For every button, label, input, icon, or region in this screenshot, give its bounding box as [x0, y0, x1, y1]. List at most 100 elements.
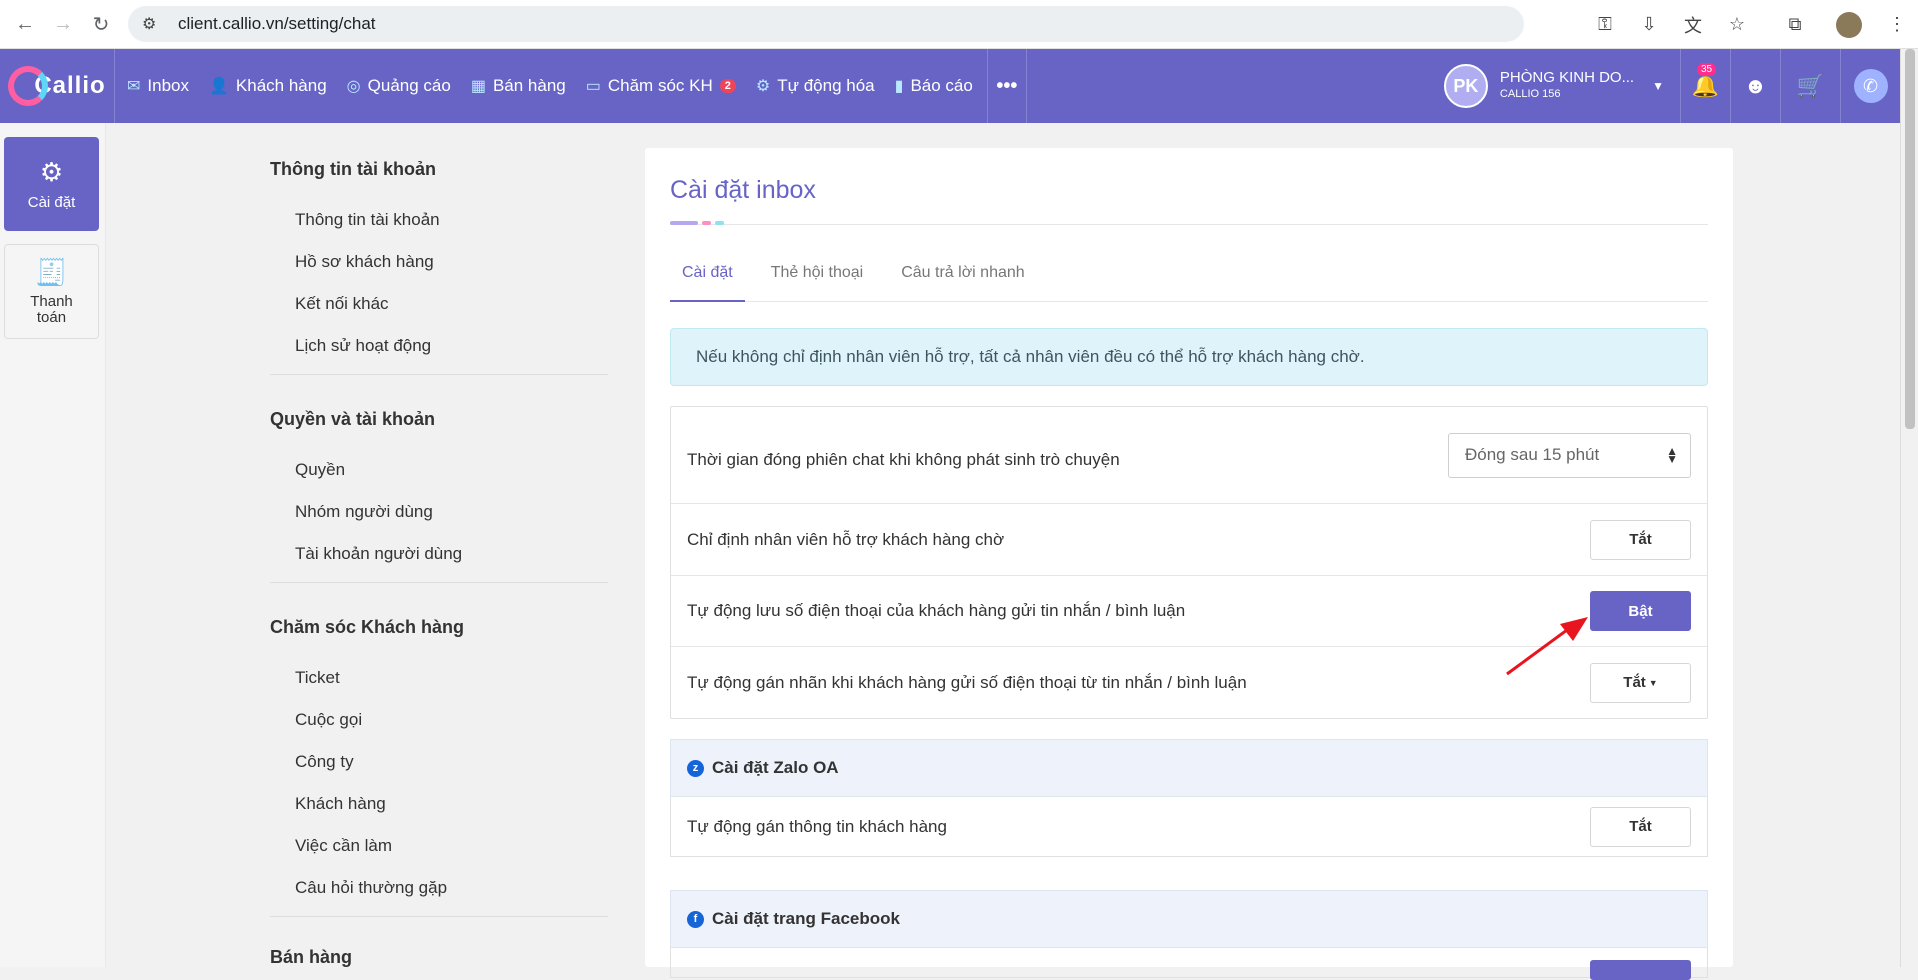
rail-settings[interactable]: ⚙ Cài đặt — [4, 137, 99, 231]
section-sales: Bán hàng — [270, 947, 353, 967]
sort-arrows-icon: ▲ ▼ — [1666, 444, 1678, 466]
install-app-icon[interactable]: ⇩ — [1632, 8, 1666, 42]
auto-save-phone-toggle[interactable]: Bật — [1590, 591, 1691, 631]
care-badge: 2 — [719, 79, 736, 93]
menu-label: Quảng cáo — [367, 76, 451, 95]
nav-companies[interactable]: Công ty — [295, 752, 610, 771]
divider — [270, 582, 608, 583]
notification-bell-icon[interactable]: 🔔 35 — [1680, 49, 1730, 123]
nav-customer-profile[interactable]: Hồ sơ khách hàng — [295, 252, 610, 271]
setting-row: Tự động gán thông tin khách hàng Tắt — [670, 797, 1708, 857]
divider — [270, 374, 608, 375]
browser-menu-icon[interactable]: ⋮ — [1880, 8, 1914, 42]
more-menu-button[interactable]: ••• — [986, 49, 1027, 123]
facebook-toggle-partial[interactable] — [1590, 960, 1691, 980]
info-alert: Nếu không chỉ định nhân viên hỗ trợ, tất… — [670, 328, 1708, 386]
menu-label: Inbox — [147, 76, 189, 95]
translate-icon[interactable]: 文 — [1676, 8, 1710, 42]
settings-sidebar: Thông tin tài khoản Thông tin tài khoản … — [270, 123, 610, 968]
menu-item-customer-care[interactable]: ▭ Chăm sóc KH 2 — [586, 76, 736, 96]
menu-item-reports[interactable]: ▮ Báo cáo — [895, 76, 973, 96]
menu-label: Chăm sóc KH — [607, 76, 713, 95]
menu-item-sales[interactable]: ▦ Bán hàng — [471, 76, 566, 96]
menu-label: Khách hàng — [235, 76, 327, 95]
nav-permissions[interactable]: Quyền — [295, 460, 610, 479]
notification-badge: 35 — [1697, 63, 1717, 76]
nav-ticket[interactable]: Ticket — [295, 668, 610, 687]
zalo-heading: Cài đặt Zalo OA — [712, 758, 839, 777]
tab-quick-replies[interactable]: Câu trả lời nhanh — [889, 258, 1036, 302]
browser-toolbar: ← → ↻ ⚙ client.callio.vn/setting/chat ⚿ … — [0, 0, 1918, 49]
setting-label: Tự động gán thông tin khách hàng — [687, 816, 947, 836]
password-key-icon[interactable]: ⚿ — [1588, 8, 1622, 42]
rail-billing-label: Thanh toán — [30, 293, 73, 326]
setting-label: Chỉ định nhân viên hỗ trợ khách hàng chờ — [687, 529, 1005, 549]
profile-avatar[interactable] — [1836, 11, 1862, 38]
site-settings-icon[interactable]: ⚙ — [142, 14, 164, 34]
assign-agent-toggle[interactable]: Tắt — [1590, 519, 1691, 560]
menu-label: Bán hàng — [492, 76, 566, 95]
close-session-select[interactable]: Đóng sau 15 phút ▲ ▼ — [1448, 432, 1691, 478]
section-customer-care: Chăm sóc Khách hàng — [270, 617, 465, 637]
user-info[interactable]: PHÒNG KINH DO... CALLIO 156 — [1500, 70, 1634, 102]
setting-row: Chỉ định nhân viên hỗ trợ khách hàng chờ… — [671, 504, 1707, 576]
sales-icon: ▦ — [470, 78, 486, 95]
cart-icon[interactable]: 🛒 — [1780, 49, 1840, 123]
address-bar[interactable]: ⚙ client.callio.vn/setting/chat — [128, 6, 1524, 42]
menu-item-automation[interactable]: ⚙ Tự động hóa — [756, 76, 875, 96]
main-menu: ✉ Inbox 👤 Khách hàng ◎ Quảng cáo ▦ Bán hàng … — [115, 49, 1027, 123]
scroll-thumb[interactable] — [1905, 49, 1915, 429]
section-permissions: Quyền và tài khoản — [270, 409, 436, 429]
nav-customers[interactable]: Khách hàng — [295, 794, 610, 813]
nav-other-connections[interactable]: Kết nối khác — [295, 294, 610, 313]
zalo-section-header: z Cài đặt Zalo OA — [670, 739, 1708, 797]
forward-icon[interactable]: → — [50, 11, 76, 37]
menu-item-customers[interactable]: 👤 Khách hàng — [209, 76, 327, 96]
extensions-icon[interactable]: ⧉ — [1778, 8, 1812, 42]
reload-icon[interactable]: ↻ — [88, 11, 114, 37]
nav-faq[interactable]: Câu hỏi thường gặp — [295, 878, 610, 897]
menu-item-ads[interactable]: ◎ Quảng cáo — [347, 76, 451, 96]
nav-account-info[interactable]: Thông tin tài khoản — [295, 210, 610, 229]
section-account-info: Thông tin tài khoản — [270, 159, 436, 179]
title-decoration — [670, 221, 724, 225]
setting-row: Thời gian đóng phiên chat khi không phát… — [671, 407, 1707, 504]
setting-row — [670, 948, 1708, 980]
tabs: Cài đặt Thẻ hội thoại Câu trả lời nhanh — [670, 258, 1708, 302]
nav-calls[interactable]: Cuộc gọi — [295, 710, 610, 729]
nav-user-groups[interactable]: Nhóm người dùng — [295, 502, 610, 521]
back-icon[interactable]: ← — [12, 11, 38, 37]
customer-icon: 👤 — [209, 78, 229, 95]
facebook-section-header: f Cài đặt trang Facebook — [670, 890, 1708, 948]
robot-icon: ⚙ — [755, 78, 771, 95]
zalo-auto-assign-toggle[interactable]: Tắt — [1590, 806, 1691, 847]
rail-settings-label: Cài đặt — [27, 194, 76, 211]
settings-list: Thời gian đóng phiên chat khi không phát… — [670, 406, 1708, 719]
rail-billing[interactable]: 🧾 Thanh toán — [4, 244, 99, 339]
page-title: Cài đặt inbox — [670, 176, 816, 204]
facebook-heading: Cài đặt trang Facebook — [712, 909, 900, 928]
tab-settings[interactable]: Cài đặt — [670, 258, 745, 302]
tab-conversation-tags[interactable]: Thẻ hội thoại — [759, 258, 876, 302]
user-avatar[interactable]: PK — [1443, 64, 1488, 108]
page-scrollbar[interactable] — [1900, 49, 1918, 967]
select-value: Đóng sau 15 phút — [1465, 445, 1600, 464]
menu-item-inbox[interactable]: ✉ Inbox — [127, 76, 189, 96]
caret-down-icon: ▼ — [1648, 677, 1658, 688]
setting-label: Thời gian đóng phiên chat khi không phát… — [687, 450, 1120, 469]
auto-label-dropdown[interactable]: Tắt ▼ — [1590, 662, 1691, 703]
user-subtitle: CALLIO 156 — [1499, 88, 1561, 100]
nav-activity-history[interactable]: Lịch sử hoạt động — [295, 336, 610, 355]
nav-todos[interactable]: Việc cần làm — [295, 836, 610, 855]
setting-label: Tự động gán nhãn khi khách hàng gửi số đ… — [687, 672, 1247, 692]
callio-logo[interactable]: Callio — [0, 49, 115, 123]
setting-row: Tự động gán nhãn khi khách hàng gửi số đ… — [671, 647, 1707, 718]
phone-call-icon[interactable]: ✆ — [1840, 49, 1900, 123]
left-rail: ⚙ Cài đặt 🧾 Thanh toán — [0, 123, 106, 967]
ticket-icon: ▭ — [585, 78, 601, 95]
bookmark-star-icon[interactable]: ☆ — [1720, 8, 1754, 42]
support-agent-icon[interactable]: ☻ — [1730, 49, 1780, 123]
logo-mark-icon — [8, 66, 49, 106]
nav-user-accounts[interactable]: Tài khoản người dùng — [295, 544, 610, 563]
chevron-down-icon[interactable]: ▼ — [1652, 79, 1664, 93]
